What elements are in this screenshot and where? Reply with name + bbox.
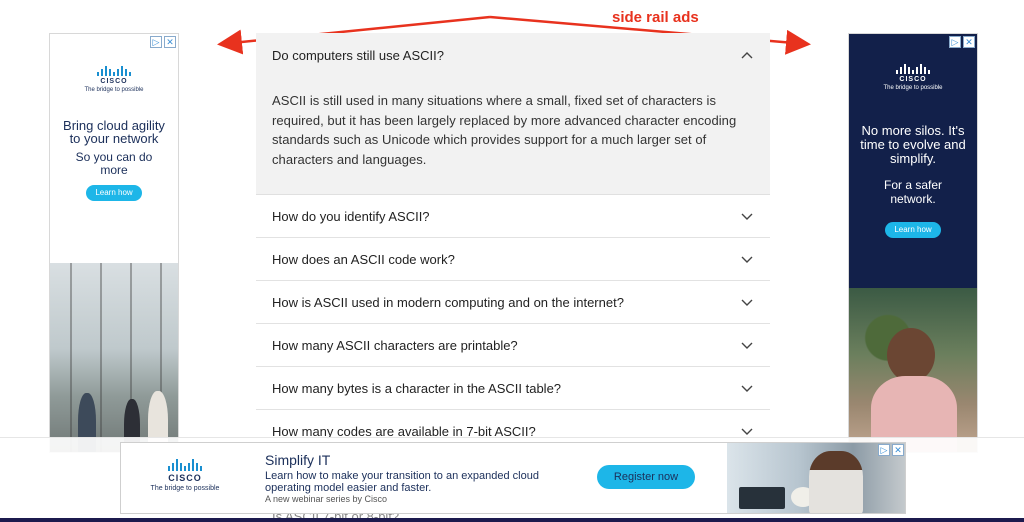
faq-item[interactable]: How does an ASCII code work?	[256, 238, 770, 281]
faq-accordion: Do computers still use ASCII? ASCII is s…	[256, 33, 770, 453]
cisco-bars-icon	[168, 459, 202, 471]
faq-question: How does an ASCII code work?	[272, 251, 455, 267]
faq-item[interactable]: How many ASCII characters are printable?	[256, 324, 770, 367]
ad-subline: So you can do more	[75, 150, 153, 177]
banner-title: Simplify IT	[265, 452, 331, 468]
bottom-banner-ad[interactable]: CISCO The bridge to possible Simplify IT…	[120, 442, 906, 514]
ad-subline: For a safer network.	[883, 178, 943, 206]
man-photo	[849, 288, 977, 452]
faq-question: Do computers still use ASCII?	[272, 47, 444, 63]
cisco-logo: CISCO The bridge to possible	[137, 459, 233, 492]
logo-word: CISCO	[168, 473, 202, 483]
learn-how-button[interactable]: Learn how	[86, 185, 142, 201]
close-icon[interactable]: ✕	[892, 444, 904, 456]
chevron-down-icon[interactable]	[740, 424, 754, 438]
chevron-down-icon[interactable]	[740, 338, 754, 352]
info-icon[interactable]: ▷	[878, 444, 890, 456]
ad-headline: No more silos. It's time to evolve and s…	[860, 123, 966, 166]
man-image	[809, 451, 863, 513]
ad-headline: Bring cloud agility to your network	[63, 118, 165, 146]
chevron-down-icon[interactable]	[740, 252, 754, 266]
learn-how-button[interactable]: Learn how	[885, 222, 941, 238]
logo-tagline: The bridge to possible	[883, 85, 943, 91]
faq-item[interactable]: How many bytes is a character in the ASC…	[256, 367, 770, 410]
adchoices[interactable]: ▷ ✕	[949, 36, 975, 48]
banner-body: Learn how to make your transition to an …	[265, 470, 539, 494]
office-photo	[50, 263, 178, 452]
faq-question-row[interactable]: Do computers still use ASCII?	[256, 33, 770, 77]
cisco-bars-icon	[97, 66, 131, 76]
adchoices[interactable]: ▷ ✕	[878, 444, 904, 456]
laptop-image	[739, 487, 785, 509]
logo-word: CISCO	[899, 76, 927, 83]
logo-tagline: The bridge to possible	[84, 87, 144, 93]
close-icon[interactable]: ✕	[963, 36, 975, 48]
info-icon[interactable]: ▷	[949, 36, 961, 48]
faq-question: How do you identify ASCII?	[272, 208, 430, 224]
info-icon[interactable]: ▷	[150, 36, 162, 48]
logo-tagline: The bridge to possible	[150, 485, 220, 492]
bottom-strip	[0, 518, 1024, 522]
cisco-bars-icon	[896, 64, 930, 74]
faq-question: How many bytes is a character in the ASC…	[272, 380, 562, 396]
adchoices[interactable]: ▷ ✕	[150, 36, 176, 48]
faq-item[interactable]: How is ASCII used in modern computing an…	[256, 281, 770, 324]
chevron-down-icon[interactable]	[740, 209, 754, 223]
faq-question: How is ASCII used in modern computing an…	[272, 294, 624, 310]
left-rail-ad[interactable]: ▷ ✕ CISCO The bridge to possible Bring c…	[49, 33, 179, 453]
chevron-up-icon[interactable]	[740, 48, 754, 62]
cisco-logo: CISCO The bridge to possible	[50, 66, 178, 93]
logo-word: CISCO	[100, 78, 128, 85]
close-icon[interactable]: ✕	[164, 36, 176, 48]
faq-item[interactable]: How do you identify ASCII?	[256, 195, 770, 238]
chevron-down-icon[interactable]	[740, 295, 754, 309]
cisco-logo: CISCO The bridge to possible	[849, 64, 977, 91]
faq-question: How many ASCII characters are printable?	[272, 337, 518, 353]
annotation-label: side rail ads	[612, 9, 699, 26]
faq-answer: ASCII is still used in many situations w…	[272, 93, 737, 167]
right-rail-ad[interactable]: ▷ ✕ CISCO The bridge to possible No more…	[848, 33, 978, 453]
register-now-button[interactable]: Register now	[597, 465, 695, 489]
faq-item-open: Do computers still use ASCII? ASCII is s…	[256, 33, 770, 195]
banner-note: A new webinar series by Cisco	[265, 494, 388, 504]
chevron-down-icon[interactable]	[740, 381, 754, 395]
